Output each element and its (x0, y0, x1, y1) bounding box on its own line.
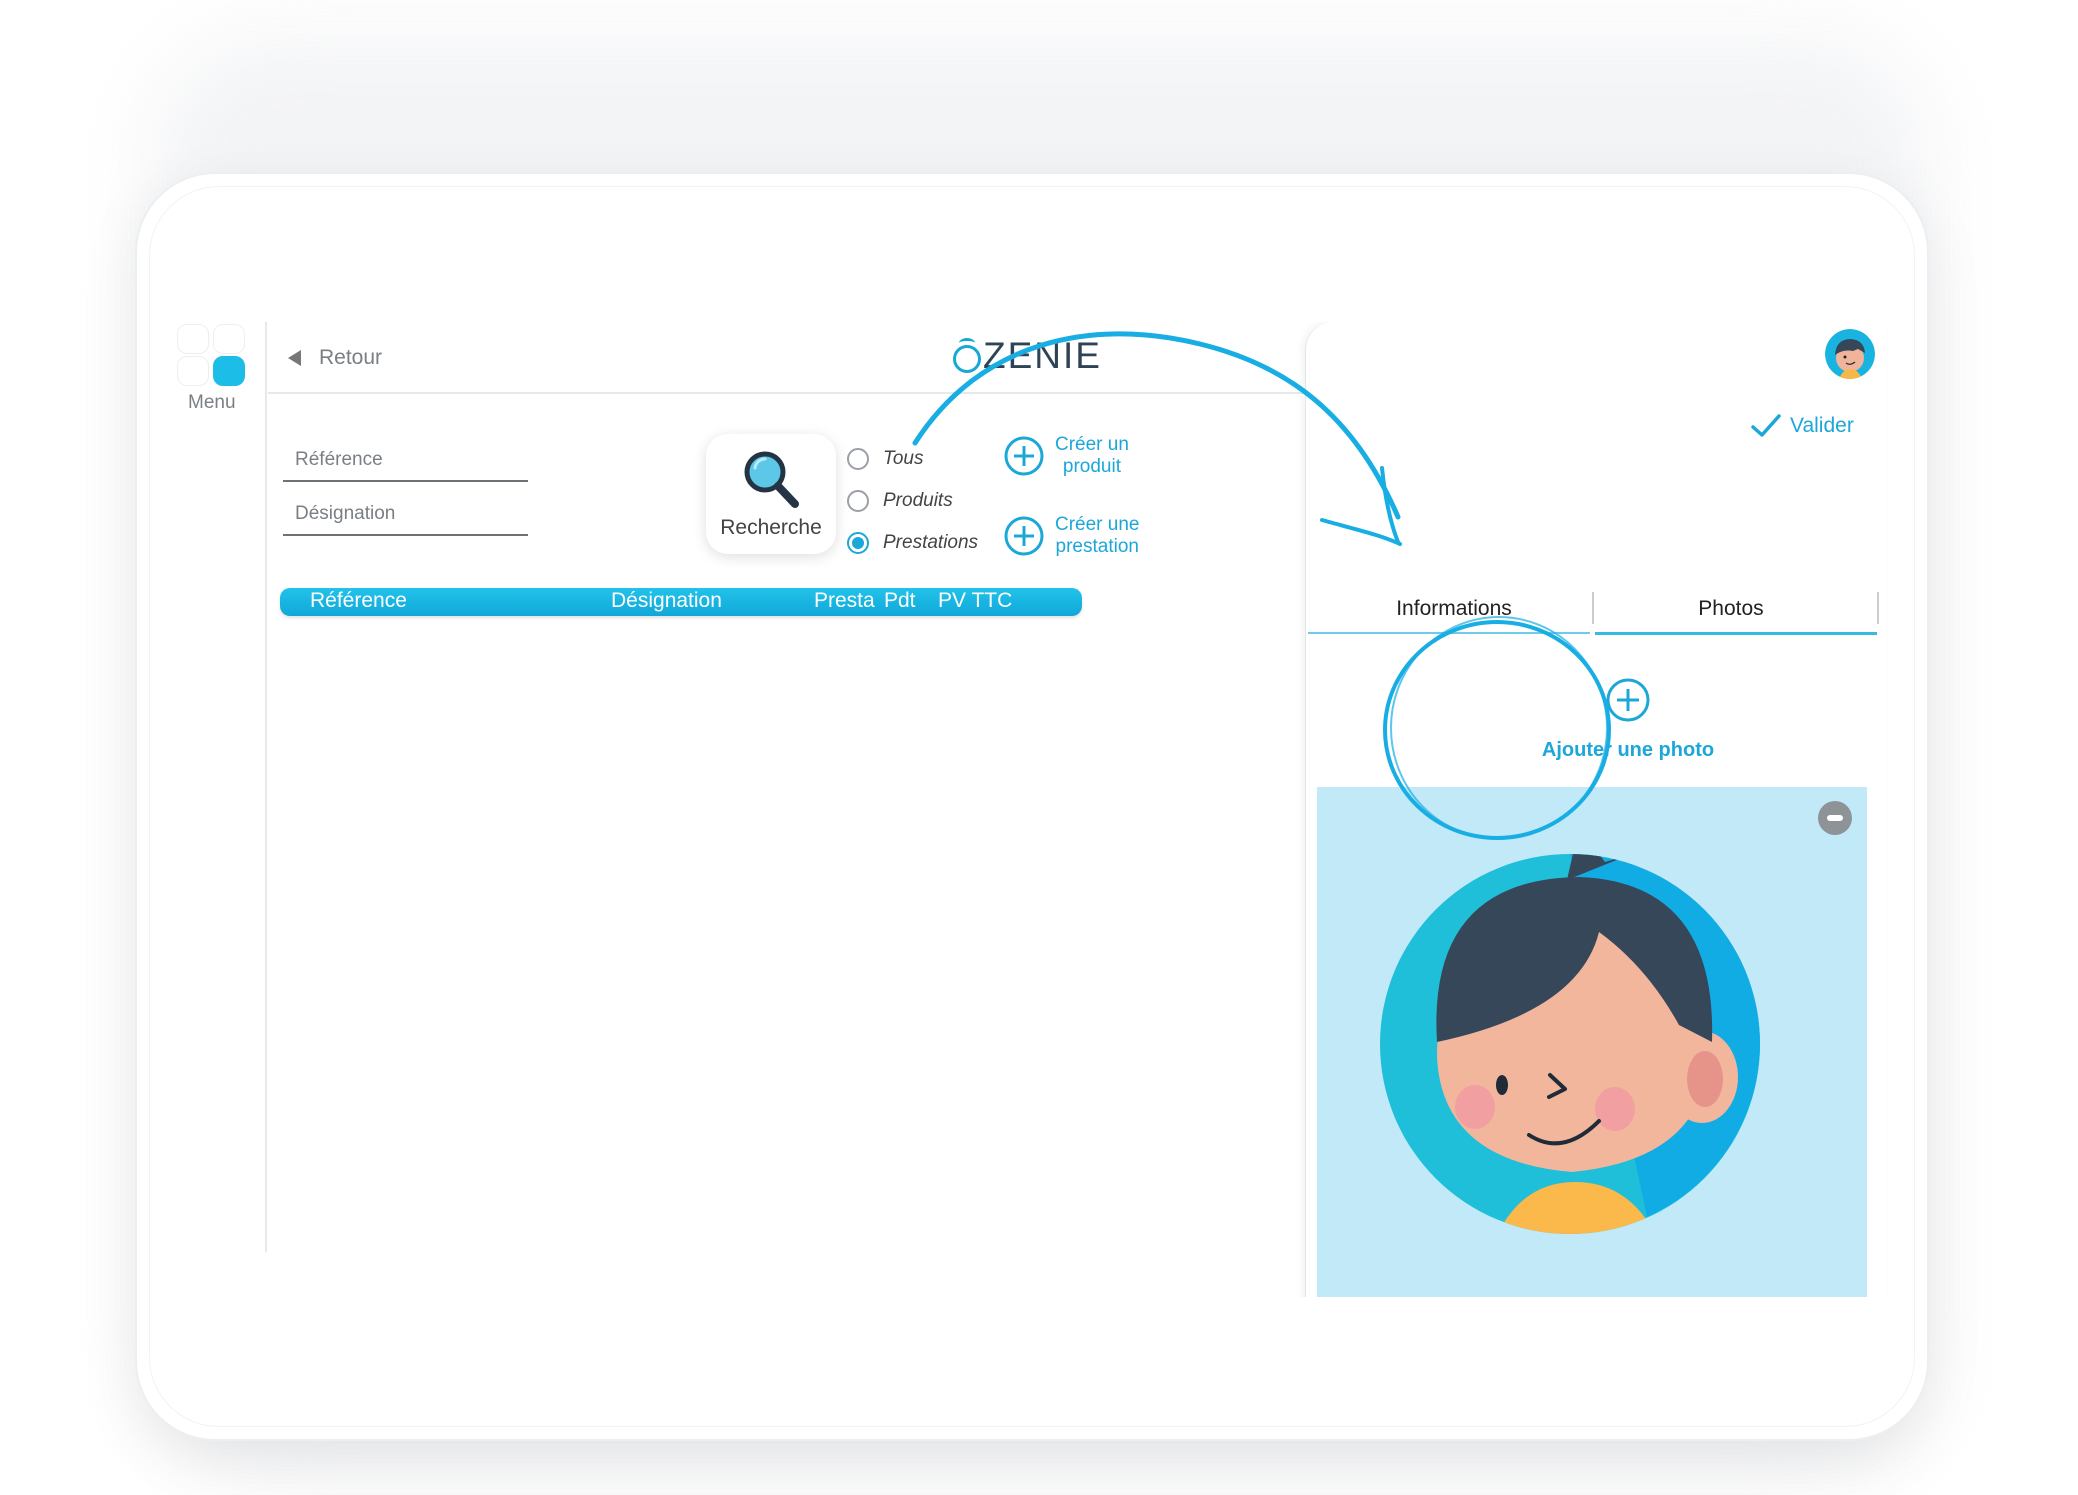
column-header-presta[interactable]: Presta (814, 589, 875, 613)
radio-circle (847, 448, 869, 470)
search-button[interactable]: Recherche (706, 434, 836, 554)
filter-label: Produits (883, 490, 953, 511)
filter-label: Tous (883, 448, 924, 469)
filter-radio-all[interactable]: Tous (847, 444, 924, 474)
plus-circle-icon (1606, 678, 1650, 722)
back-button[interactable]: Retour (288, 340, 382, 376)
photo-thumbnail[interactable] (1317, 787, 1867, 1297)
validate-button[interactable]: Valider (1750, 413, 1854, 439)
tab-underline (1308, 632, 1590, 634)
header-divider (268, 392, 1378, 394)
radio-circle (847, 490, 869, 512)
create-service-label-line1: Créer une (1055, 514, 1140, 535)
column-header-reference[interactable]: Référence (310, 589, 407, 613)
menu-label[interactable]: Menu (188, 392, 236, 414)
magnifier-icon (744, 451, 799, 508)
column-header-designation[interactable]: Désignation (611, 589, 722, 613)
reference-field (283, 440, 528, 482)
create-product-label-line1: Créer un (1055, 434, 1129, 455)
search-button-label: Recherche (720, 516, 822, 539)
logo-o-icon (953, 338, 981, 373)
tab-photos[interactable]: Photos (1597, 597, 1865, 621)
add-photo-button[interactable]: Ajouter une photo (1528, 677, 1728, 787)
reference-input[interactable] (283, 440, 528, 480)
designation-input[interactable] (283, 494, 528, 534)
filter-radio-products[interactable]: Produits (847, 486, 953, 516)
app-screen: Menu Retour ZENIE Recherche Tous Produit… (160, 322, 1888, 1297)
create-product-button[interactable]: Créer un produit (1003, 434, 1129, 478)
tab-underline-active (1595, 632, 1877, 635)
tab-divider (1877, 592, 1879, 624)
app-logo: ZENIE (953, 336, 1102, 376)
back-arrow-icon (288, 350, 301, 366)
create-service-button[interactable]: Créer une prestation (1003, 514, 1140, 558)
validate-label: Valider (1790, 414, 1854, 437)
back-label: Retour (319, 346, 383, 369)
filter-radio-services[interactable]: Prestations (847, 528, 978, 558)
remove-photo-button[interactable] (1818, 801, 1852, 835)
sidebar: Menu (160, 322, 268, 1252)
user-avatar[interactable] (1825, 329, 1875, 379)
logo-text: ZENIE (983, 335, 1102, 376)
column-header-pv-ttc[interactable]: PV TTC (938, 589, 1012, 613)
add-photo-label: Ajouter une photo (1541, 739, 1715, 761)
column-header-pdt[interactable]: Pdt (884, 589, 916, 613)
plus-circle-icon (1004, 516, 1044, 556)
sidebar-divider (265, 322, 267, 1252)
create-product-label-line2: produit (1062, 456, 1122, 477)
radio-circle-checked (847, 532, 869, 554)
plus-circle-icon (1004, 436, 1044, 476)
checkmark-icon (1751, 414, 1781, 437)
menu-grid-icon[interactable] (177, 324, 247, 386)
child-avatar-illustration (1380, 854, 1760, 1234)
results-table-header: Référence Désignation Presta Pdt PV TTC (280, 588, 1082, 616)
create-service-label-line2: prestation (1055, 536, 1139, 557)
tab-divider (1592, 592, 1594, 624)
avatar-icon (1825, 329, 1875, 379)
designation-field (283, 494, 528, 536)
tab-informations[interactable]: Informations (1320, 597, 1588, 621)
filter-label: Prestations (883, 532, 979, 553)
